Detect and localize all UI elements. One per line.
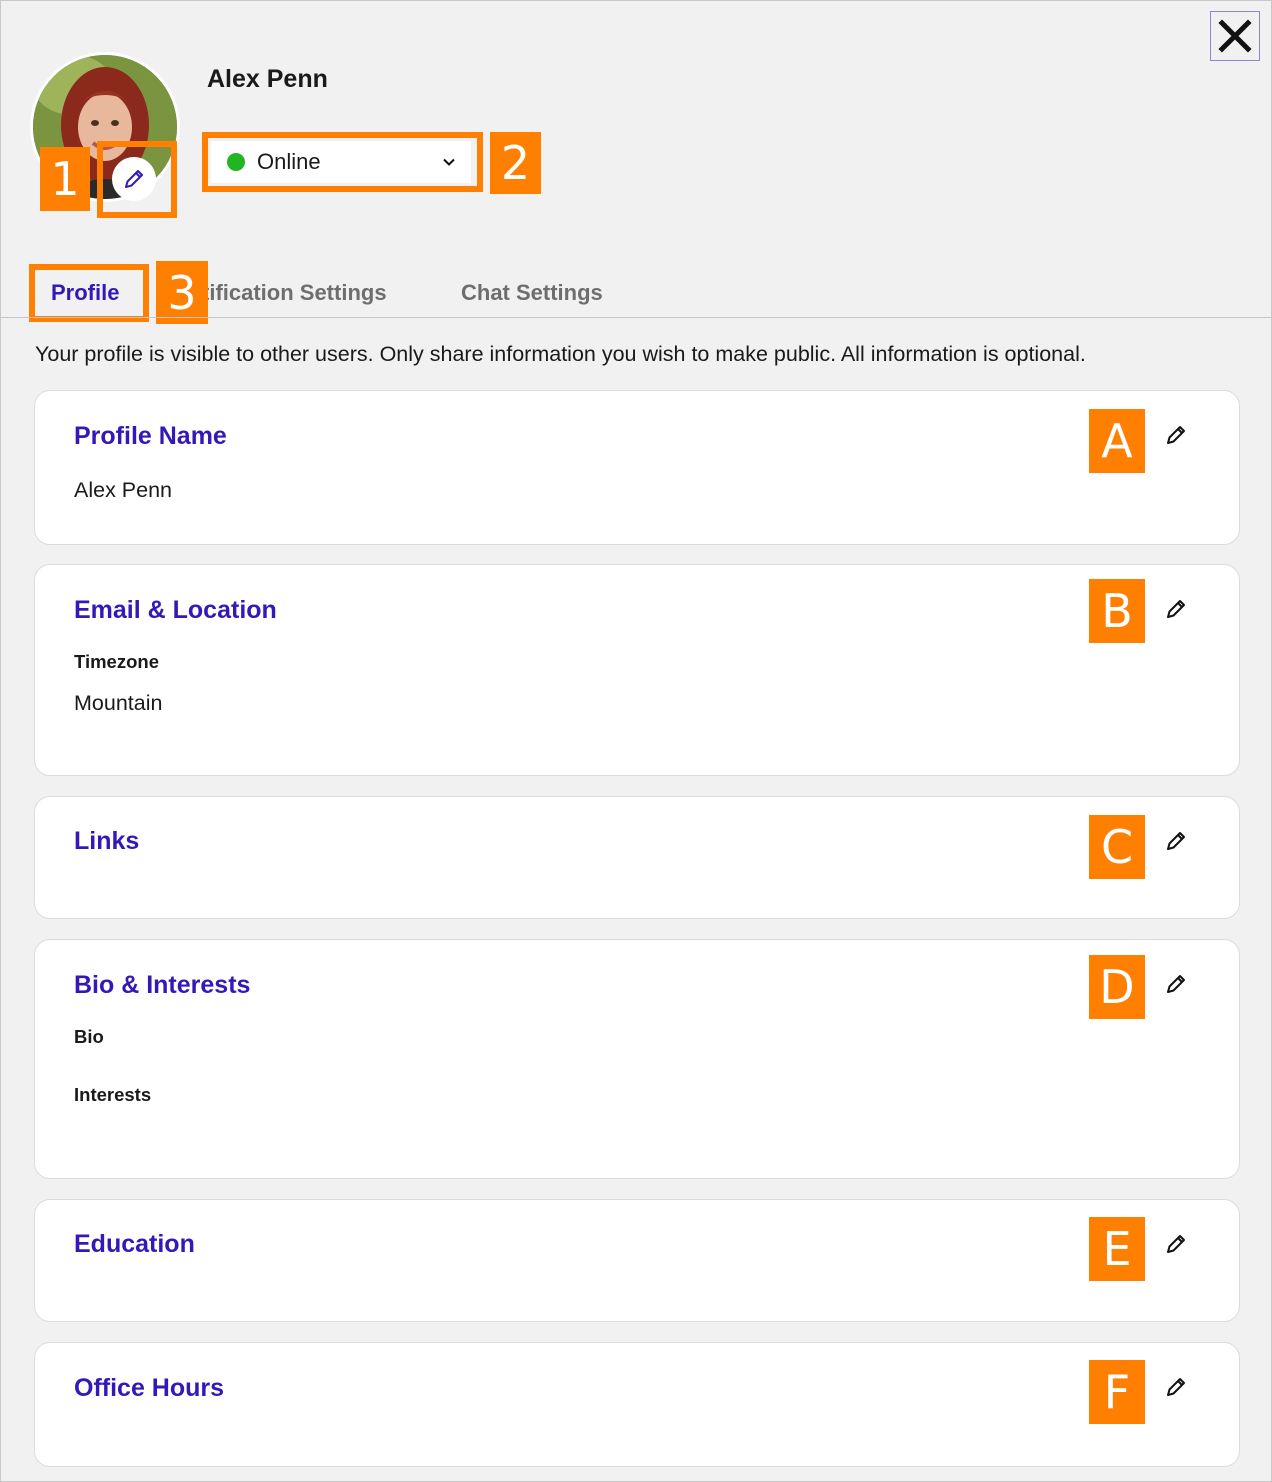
card-bio-interests: Bio & Interests Bio Interests D [34, 939, 1240, 1179]
pencil-icon [1167, 600, 1185, 618]
edit-profile-name-button[interactable] [1162, 421, 1190, 449]
card-title: Links [74, 827, 140, 855]
close-icon [1218, 19, 1252, 53]
card-title: Office Hours [74, 1374, 225, 1402]
status-select[interactable]: Online [211, 141, 471, 183]
pencil-icon [125, 170, 143, 188]
card-title: Profile Name [74, 422, 227, 450]
card-sub-label-interests: Interests [74, 1084, 152, 1105]
card-value: Mountain [74, 691, 163, 715]
card-title: Bio & Interests [74, 971, 251, 999]
card-profile-name: Profile Name Alex Penn A [34, 390, 1240, 545]
card-sub-label-bio: Bio [74, 1026, 104, 1047]
intro-text: Your profile is visible to other users. … [35, 342, 1086, 366]
marker-d: D [1089, 955, 1145, 1019]
card-title: Email & Location [74, 596, 277, 624]
card-title: Education [74, 1230, 195, 1258]
pencil-icon [1167, 832, 1185, 850]
edit-email-location-button[interactable] [1162, 595, 1190, 623]
pencil-icon [1167, 975, 1185, 993]
card-value: Alex Penn [74, 478, 173, 502]
tab-divider [1, 317, 1272, 318]
tab-chat-settings[interactable]: Chat Settings [461, 280, 603, 306]
card-office-hours: Office Hours F [34, 1342, 1240, 1467]
card-links: Links C [34, 796, 1240, 919]
status-label: Online [257, 149, 321, 174]
edit-links-button[interactable] [1162, 827, 1190, 855]
status-dot [227, 153, 245, 171]
avatar-edit-button[interactable] [112, 157, 156, 201]
chevron-down-icon [443, 158, 455, 166]
marker-e: E [1089, 1217, 1145, 1281]
profile-dialog: 1 Alex Penn Online 2 Chat Settings tific… [0, 0, 1272, 1482]
edit-office-hours-button[interactable] [1162, 1373, 1190, 1401]
pencil-icon [1167, 1378, 1185, 1396]
card-email-location: Email & Location Timezone Mountain B [34, 564, 1240, 776]
card-sub-label: Timezone [74, 651, 159, 672]
callout-3: 3 [156, 261, 208, 324]
tab-profile[interactable]: Profile [51, 280, 119, 306]
edit-bio-interests-button[interactable] [1162, 970, 1190, 998]
callout-1: 1 [40, 147, 90, 211]
marker-a: A [1089, 409, 1145, 473]
marker-c: C [1089, 815, 1145, 879]
card-education: Education E [34, 1199, 1240, 1322]
user-name: Alex Penn [207, 65, 328, 93]
marker-b: B [1089, 579, 1145, 643]
marker-f: F [1089, 1360, 1145, 1424]
edit-education-button[interactable] [1162, 1230, 1190, 1258]
callout-2: 2 [490, 132, 541, 194]
close-button[interactable] [1210, 11, 1260, 61]
pencil-icon [1167, 1235, 1185, 1253]
pencil-icon [1167, 426, 1185, 444]
tab-notification-settings[interactable]: tification Settings [202, 280, 387, 306]
